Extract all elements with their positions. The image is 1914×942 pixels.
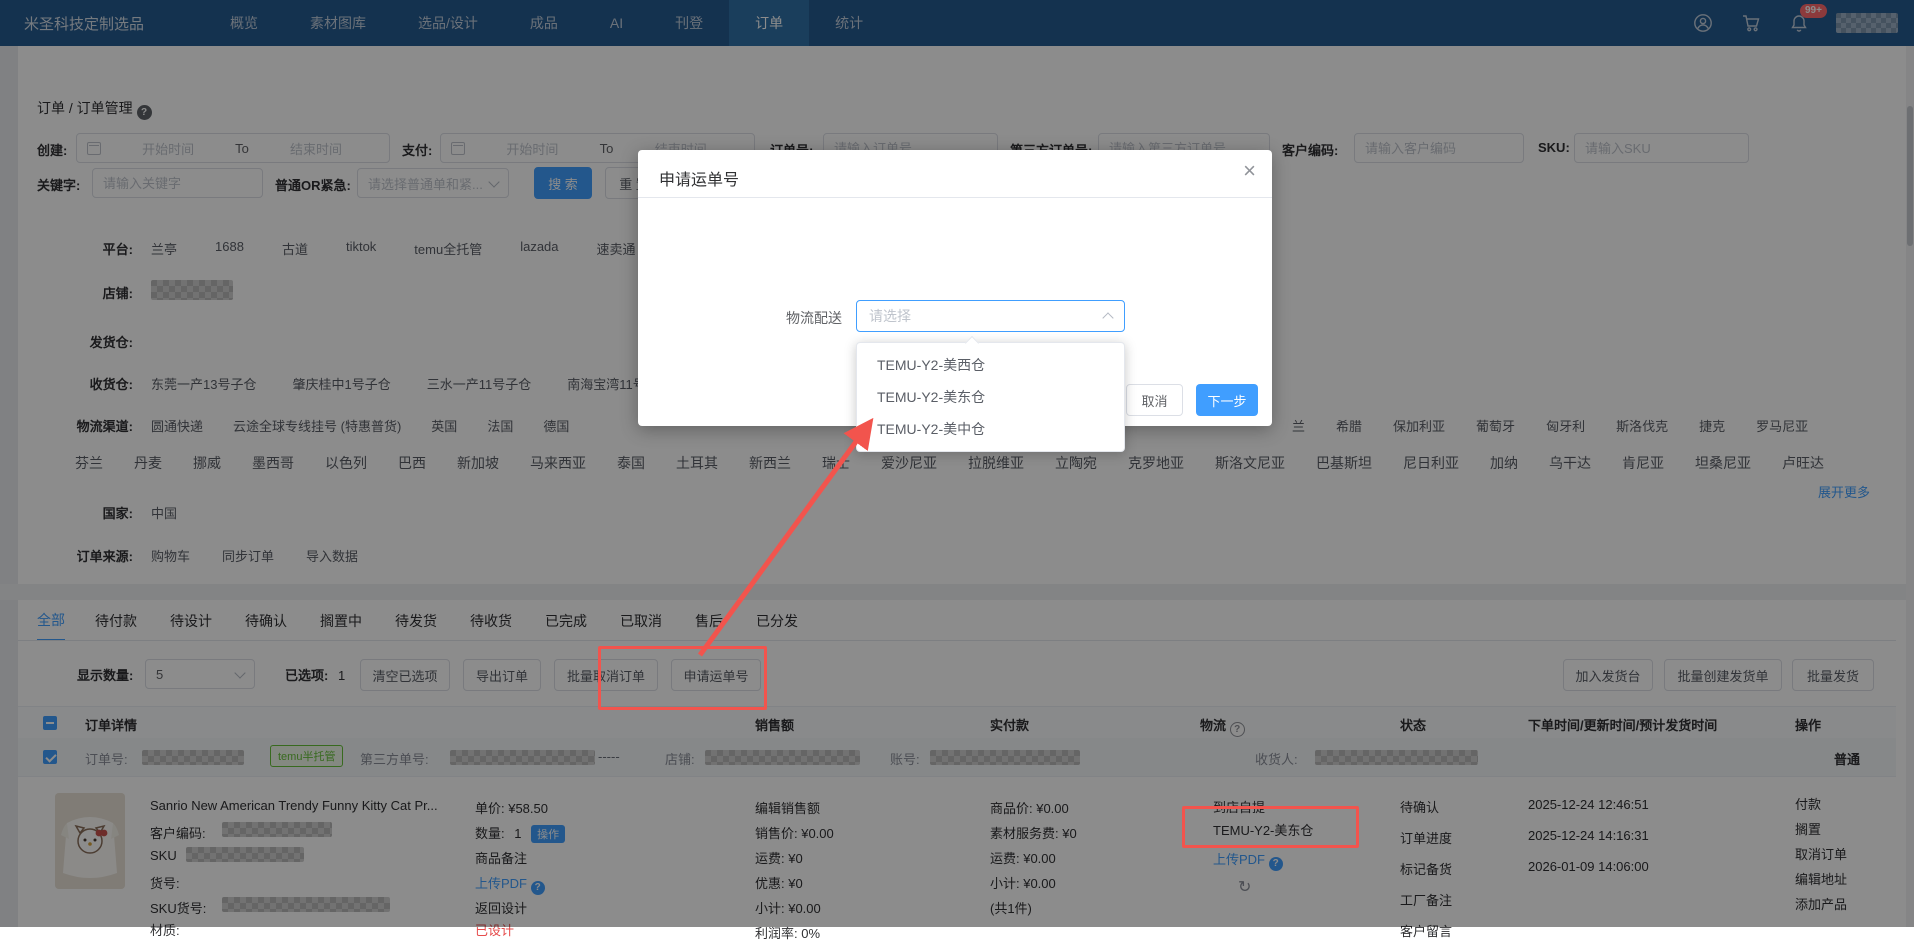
dropdown-options: TEMU-Y2-美西仓TEMU-Y2-美东仓TEMU-Y2-美中仓 xyxy=(857,349,1124,445)
close-icon[interactable]: × xyxy=(1243,160,1256,182)
logistics-field-label: 物流配送 xyxy=(742,308,842,328)
logistics-select-placeholder: 请选择 xyxy=(869,306,1104,326)
modal-title-divider xyxy=(638,197,1272,198)
dropdown-option[interactable]: TEMU-Y2-美中仓 xyxy=(857,413,1124,445)
next-step-button[interactable]: 下一步 xyxy=(1196,384,1258,416)
chevron-up-icon xyxy=(1102,312,1113,323)
logistics-dropdown: TEMU-Y2-美西仓TEMU-Y2-美东仓TEMU-Y2-美中仓 xyxy=(856,342,1125,452)
modal-title: 申请运单号 xyxy=(659,166,739,190)
logistics-select[interactable]: 请选择 xyxy=(856,300,1125,332)
modal-mask xyxy=(0,0,1914,927)
dropdown-option[interactable]: TEMU-Y2-美西仓 xyxy=(857,349,1124,381)
dropdown-option[interactable]: TEMU-Y2-美东仓 xyxy=(857,381,1124,413)
cancel-button[interactable]: 取消 xyxy=(1126,384,1183,416)
